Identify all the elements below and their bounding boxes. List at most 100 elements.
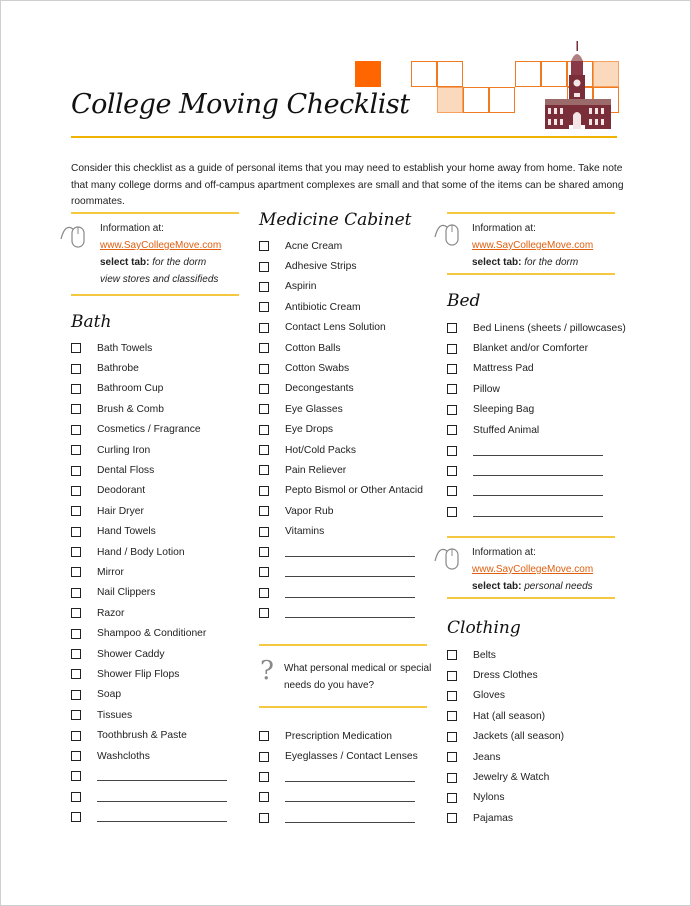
website-link[interactable]: www.SayCollegeMove.com	[472, 237, 593, 254]
checkbox[interactable]	[71, 363, 81, 374]
blank-write-in-line[interactable]	[285, 772, 415, 782]
checkbox[interactable]	[71, 751, 81, 761]
checkbox[interactable]	[71, 445, 81, 456]
checkbox[interactable]	[259, 506, 269, 517]
checkbox[interactable]	[71, 383, 81, 394]
checkbox[interactable]	[71, 526, 81, 537]
blank-write-in-line[interactable]	[97, 812, 227, 823]
checkbox[interactable]	[447, 650, 457, 661]
checkbox[interactable]	[259, 383, 269, 394]
checkbox[interactable]	[259, 731, 269, 742]
checklist-item: Adhesive Strips	[259, 256, 423, 276]
blank-checklist-item	[259, 583, 423, 603]
blank-write-in-line[interactable]	[285, 608, 415, 619]
checkbox[interactable]	[447, 772, 457, 783]
checkbox[interactable]	[447, 711, 457, 722]
checkbox[interactable]	[259, 587, 269, 598]
checkbox[interactable]	[71, 689, 81, 700]
checkbox[interactable]	[447, 486, 457, 497]
checkbox[interactable]	[259, 547, 269, 558]
checkbox[interactable]	[447, 465, 457, 476]
checkbox[interactable]	[447, 404, 457, 415]
checkbox[interactable]	[259, 261, 269, 272]
checklist-item: Deodorant	[71, 481, 227, 501]
checkbox[interactable]	[259, 363, 269, 374]
blank-write-in-line[interactable]	[285, 792, 415, 803]
website-link[interactable]: www.SayCollegeMove.com	[100, 237, 221, 254]
checkbox[interactable]	[71, 608, 81, 619]
grid-square	[489, 87, 515, 113]
item-label: Eye Drops	[285, 424, 334, 436]
item-label: Pain Reliever	[285, 464, 347, 476]
checkbox[interactable]	[259, 404, 269, 415]
checklist-item: Cotton Swabs	[259, 358, 423, 378]
checkbox[interactable]	[71, 465, 81, 476]
checkbox[interactable]	[447, 384, 457, 395]
checkbox[interactable]	[447, 670, 457, 681]
checkbox[interactable]	[259, 771, 269, 782]
checkbox[interactable]	[259, 322, 269, 333]
checkbox[interactable]	[447, 425, 457, 436]
checkbox[interactable]	[71, 669, 81, 680]
blank-write-in-line[interactable]	[285, 813, 415, 823]
item-label: Acne Cream	[285, 240, 343, 252]
checkbox[interactable]	[71, 812, 81, 823]
checkbox[interactable]	[447, 343, 457, 354]
blank-write-in-line[interactable]	[285, 547, 415, 558]
checkbox[interactable]	[447, 690, 457, 701]
checkbox[interactable]	[259, 812, 269, 823]
checkbox[interactable]	[71, 710, 81, 721]
checkbox[interactable]	[71, 730, 81, 741]
checkbox[interactable]	[71, 506, 81, 517]
checkbox[interactable]	[71, 628, 81, 639]
item-label: Bathroom Cup	[97, 383, 164, 395]
checkbox[interactable]	[259, 751, 269, 762]
blank-write-in-line[interactable]	[285, 588, 415, 598]
website-link[interactable]: www.SayCollegeMove.com	[472, 561, 593, 578]
checkbox[interactable]	[259, 343, 269, 354]
checkbox[interactable]	[259, 241, 269, 252]
checkbox[interactable]	[71, 485, 81, 496]
checkbox[interactable]	[447, 752, 457, 763]
checkbox[interactable]	[71, 791, 81, 802]
checkbox[interactable]	[71, 771, 81, 782]
checkbox[interactable]	[71, 404, 81, 415]
checkbox[interactable]	[71, 649, 81, 660]
blank-write-in-line[interactable]	[97, 792, 227, 802]
checkbox[interactable]	[71, 547, 81, 558]
checkbox[interactable]	[259, 792, 269, 803]
checkbox[interactable]	[259, 424, 269, 435]
checkbox[interactable]	[71, 567, 81, 578]
checkbox[interactable]	[259, 465, 269, 476]
checkbox[interactable]	[259, 608, 269, 619]
checkbox[interactable]	[447, 323, 457, 334]
blank-write-in-line[interactable]	[473, 466, 603, 476]
checkbox[interactable]	[71, 343, 81, 354]
checkbox[interactable]	[259, 445, 269, 456]
checkbox[interactable]	[447, 813, 457, 824]
checkbox[interactable]	[259, 485, 269, 496]
item-label: Tissues	[97, 709, 133, 721]
checkbox[interactable]	[447, 506, 457, 517]
checklist-item: Nylons	[447, 788, 564, 808]
checkbox[interactable]	[71, 424, 81, 435]
blank-write-in-line[interactable]	[473, 446, 603, 456]
item-label: Shower Flip Flops	[97, 668, 180, 680]
checklist-item: Pillow	[447, 379, 626, 399]
special-needs-checklist: Prescription Medication Eyeglasses / Cont…	[259, 726, 418, 828]
checkbox[interactable]	[447, 363, 457, 374]
blank-write-in-line[interactable]	[473, 507, 603, 517]
blank-write-in-line[interactable]	[285, 567, 415, 578]
blank-write-in-line[interactable]	[473, 486, 603, 497]
blank-write-in-line[interactable]	[97, 771, 227, 782]
checkbox[interactable]	[259, 526, 269, 537]
item-label: Cotton Swabs	[285, 363, 350, 375]
checkbox[interactable]	[447, 792, 457, 803]
checklist-item: Bathrobe	[71, 358, 227, 378]
checkbox[interactable]	[447, 731, 457, 742]
checkbox[interactable]	[259, 567, 269, 578]
checkbox[interactable]	[71, 587, 81, 598]
checkbox[interactable]	[259, 281, 269, 292]
checkbox[interactable]	[447, 445, 457, 456]
checkbox[interactable]	[259, 302, 269, 313]
